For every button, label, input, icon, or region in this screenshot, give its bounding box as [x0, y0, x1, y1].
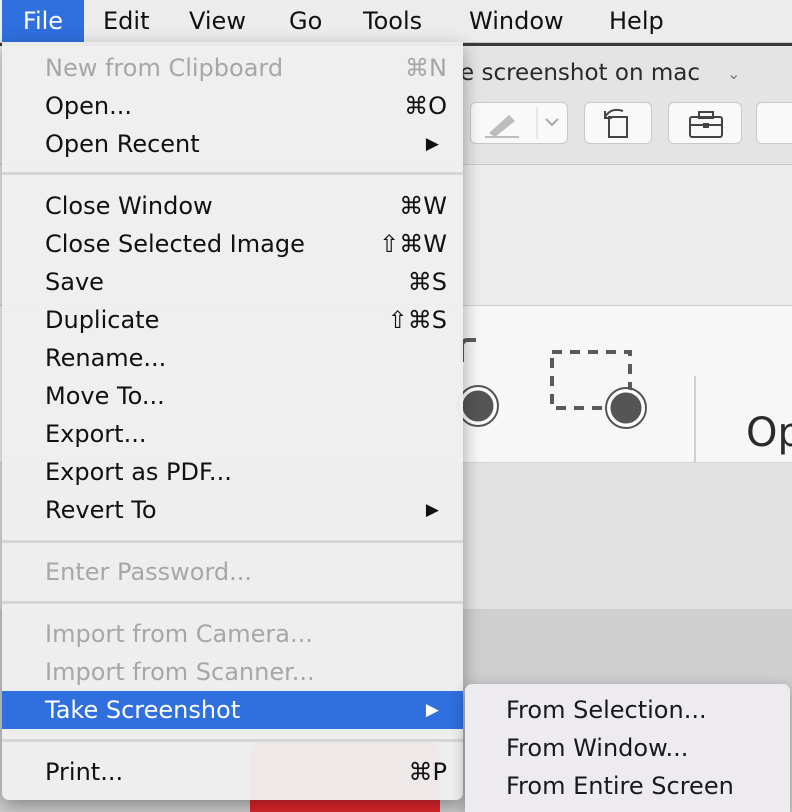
- menu-item-shortcut: ⌘W: [399, 192, 447, 220]
- submenu-item-from-selection[interactable]: From Selection...: [506, 691, 707, 729]
- menu-item-open[interactable]: Open... ⌘O: [2, 87, 463, 125]
- pen-icon: [485, 107, 559, 139]
- menu-item-export-as-pdf[interactable]: Export as PDF...: [2, 453, 463, 491]
- toolbox-button[interactable]: [668, 102, 742, 144]
- menu-item-label: Print...: [45, 758, 124, 786]
- menu-item-label: Revert To: [45, 496, 157, 524]
- menu-go[interactable]: Go: [289, 0, 322, 42]
- menu-item-label: Open...: [45, 92, 132, 120]
- menu-help[interactable]: Help: [609, 0, 664, 42]
- menu-item-new-from-clipboard: New from Clipboard ⌘N: [2, 49, 463, 87]
- menu-tools[interactable]: Tools: [363, 0, 422, 42]
- menu-item-revert-to[interactable]: Revert To ▶: [2, 491, 463, 529]
- menu-item-open-recent[interactable]: Open Recent ▶: [2, 125, 463, 163]
- menu-item-shortcut: ⌘S: [407, 268, 447, 296]
- menu-separator: [2, 172, 463, 175]
- menu-edit[interactable]: Edit: [103, 0, 149, 42]
- menu-item-duplicate[interactable]: Duplicate ⇧⌘S: [2, 301, 463, 339]
- menu-item-rename[interactable]: Rename...: [2, 339, 463, 377]
- menu-item-label: Close Window: [45, 192, 213, 220]
- menu-separator: [2, 540, 463, 543]
- take-screenshot-submenu: From Selection... From Window... From En…: [465, 684, 790, 812]
- menu-item-label: Save: [45, 268, 104, 296]
- menu-item-shortcut: ⌘O: [404, 92, 447, 120]
- menu-item-export[interactable]: Export...: [2, 415, 463, 453]
- rotate-icon: [604, 108, 628, 138]
- rotate-button[interactable]: [584, 102, 652, 144]
- menu-item-label: Enter Password...: [45, 558, 253, 586]
- menu-item-label: Import from Scanner...: [45, 658, 315, 686]
- submenu-arrow-icon: ▶: [425, 700, 439, 720]
- submenu-item-from-entire-screen[interactable]: From Entire Screen: [506, 767, 734, 805]
- toolbar-button-partial[interactable]: [756, 102, 792, 144]
- menu-item-shortcut: ⇧⌘S: [387, 306, 447, 334]
- markup-button[interactable]: [470, 102, 568, 144]
- submenu-item-from-window[interactable]: From Window...: [506, 729, 688, 767]
- menu-item-label: Open Recent: [45, 130, 200, 158]
- menu-item-take-screenshot[interactable]: Take Screenshot ▶: [2, 691, 463, 729]
- menu-item-label: Export...: [45, 420, 147, 448]
- menu-item-close-window[interactable]: Close Window ⌘W: [2, 187, 463, 225]
- menu-view[interactable]: View: [189, 0, 246, 42]
- submenu-arrow-icon: ▶: [425, 500, 439, 520]
- menu-file[interactable]: File: [2, 0, 84, 42]
- menu-item-close-selected-image[interactable]: Close Selected Image ⇧⌘W: [2, 225, 463, 263]
- menu-item-label: New from Clipboard: [45, 54, 284, 82]
- file-menu: New from Clipboard ⌘N Open... ⌘O Open Re…: [2, 42, 463, 800]
- menu-bar: File Edit View Go Tools Window Help: [0, 0, 792, 43]
- menu-item-save[interactable]: Save ⌘S: [2, 263, 463, 301]
- menu-item-shortcut: ⇧⌘W: [379, 230, 447, 258]
- menu-item-move-to[interactable]: Move To...: [2, 377, 463, 415]
- toolbox-icon: [689, 111, 723, 138]
- menu-item-import-from-camera: Import from Camera...: [2, 615, 463, 653]
- menu-item-print[interactable]: Print... ⌘P: [2, 753, 463, 791]
- submenu-arrow-icon: ▶: [425, 134, 439, 154]
- menu-item-enter-password: Enter Password...: [2, 553, 463, 591]
- window-title[interactable]: e screenshot on mac: [460, 60, 700, 86]
- menu-item-shortcut: ⌘N: [405, 54, 447, 82]
- menu-item-label: Move To...: [45, 382, 165, 410]
- menu-separator: [2, 739, 463, 742]
- menu-window[interactable]: Window: [469, 0, 564, 42]
- menu-item-label: Export as PDF...: [45, 458, 232, 486]
- menu-separator: [2, 601, 463, 604]
- menu-item-shortcut: ⌘P: [408, 758, 447, 786]
- menu-item-label: Close Selected Image: [45, 230, 305, 258]
- menu-item-label: Rename...: [45, 344, 167, 372]
- chevron-down-icon[interactable]: ⌄: [727, 64, 740, 83]
- menu-item-label: Import from Camera...: [45, 620, 313, 648]
- menu-item-label: Duplicate: [45, 306, 160, 334]
- options-label-partial[interactable]: Op: [746, 410, 792, 456]
- menu-item-label: Take Screenshot: [45, 696, 241, 724]
- selection-capture-icon[interactable]: [540, 306, 660, 436]
- menu-item-import-from-scanner: Import from Scanner...: [2, 653, 463, 691]
